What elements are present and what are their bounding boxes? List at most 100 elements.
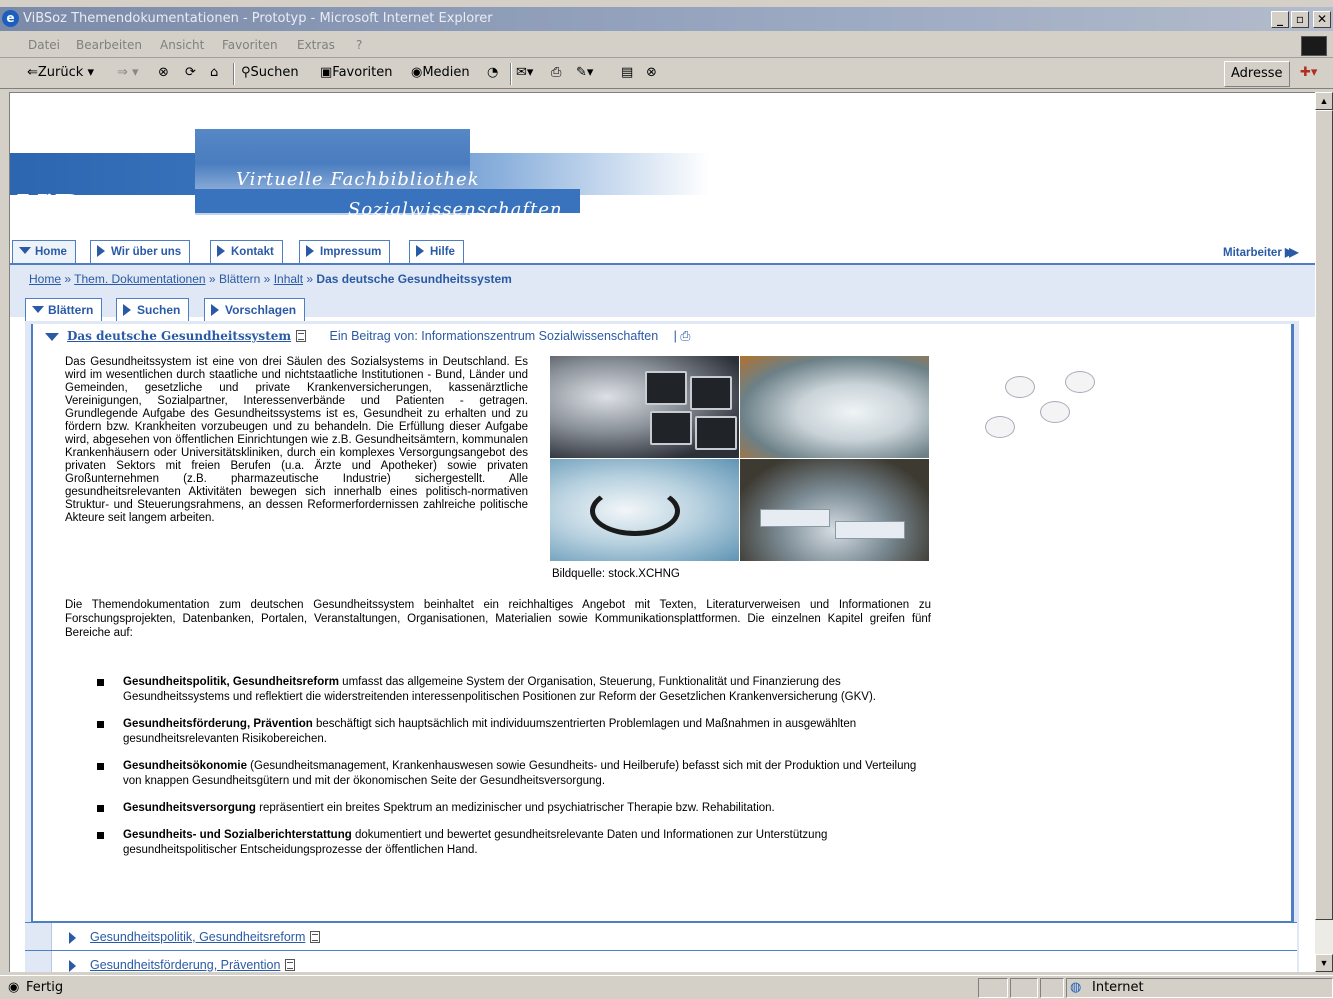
arrow-right-icon (123, 304, 131, 316)
tab-kontakt[interactable]: Kontakt (210, 240, 283, 264)
minimize-button[interactable]: _ (1271, 11, 1289, 28)
arrow-right-icon (416, 245, 424, 257)
banner-title-line2: Sozialwissenschaften (348, 199, 563, 220)
hospital-ward-photo (740, 459, 929, 561)
document-icon (310, 931, 321, 943)
menu-extras[interactable]: Extras (297, 38, 335, 52)
scroll-down-icon[interactable]: ▼ (1315, 954, 1333, 972)
list-item: Gesundheitsökonomie (Gesundheitsmanageme… (97, 759, 937, 789)
globe-icon: ◍ (1070, 980, 1082, 995)
tab-impressum[interactable]: Impressum (299, 240, 391, 264)
media-icon: ◉ (411, 65, 423, 80)
chapter-item[interactable]: Gesundheitsförderung, Prävention (25, 950, 1297, 972)
back-button[interactable]: ⇐Zurück ▾ (27, 65, 94, 80)
breadcrumb-current: Das deutsche Gesundheitssystem (316, 272, 512, 286)
breadcrumb-dokumentationen[interactable]: Them. Dokumentationen (74, 272, 205, 286)
double-arrow-icon: ▶▶ (1285, 245, 1299, 259)
window-title: ViBSoz Themendokumentationen - Prototyp … (23, 11, 493, 26)
article-byline: Ein Beitrag von: Informationszentrum Soz… (329, 329, 659, 343)
menu-help[interactable]: ? (356, 38, 362, 52)
list-item: Gesundheitsversorgung repräsentiert ein … (97, 801, 937, 816)
back-arrow-icon: ⇐ (27, 65, 38, 80)
chevron-down-icon (32, 306, 44, 313)
home-icon[interactable]: ⌂ (210, 65, 218, 80)
close-button[interactable]: ✕ (1313, 11, 1331, 28)
article-header: Das deutsche Gesundheitssystem Ein Beitr… (45, 329, 690, 344)
toolbar-separator (233, 63, 235, 85)
arrow-right-icon (69, 932, 76, 944)
history-icon[interactable]: ◔ (487, 65, 498, 80)
menu-favoriten[interactable]: Favoriten (222, 38, 278, 52)
image-caption: Bildquelle: stock.XCHNG (552, 568, 680, 580)
tab-home[interactable]: Home (12, 240, 76, 265)
edit-icon[interactable]: ✎▾ (576, 65, 593, 80)
breadcrumb: Home » Them. Dokumentationen » Blättern … (29, 272, 512, 286)
stop-icon[interactable]: ⊗ (158, 65, 169, 80)
arrow-right-icon (306, 245, 314, 257)
tab-hilfe[interactable]: Hilfe (409, 240, 464, 264)
ie-icon: e (2, 10, 19, 27)
menu-bearbeiten[interactable]: Bearbeiten (76, 38, 142, 52)
search-icon: ⚲ (241, 65, 251, 80)
favorites-icon: ▣ (320, 65, 333, 80)
breadcrumb-home[interactable]: Home (29, 272, 61, 286)
menu-datei[interactable]: Datei (28, 38, 60, 52)
toolbar-extra-icon[interactable]: ✚▾ (1300, 65, 1317, 80)
vibsoz-logo[interactable]: ViBSoz (17, 185, 128, 233)
list-item: Gesundheits- und Sozialberichterstattung… (97, 828, 937, 858)
xray-photo (550, 356, 739, 458)
print-icon[interactable]: ⎙ (680, 329, 690, 343)
breadcrumb-blaettern: Blättern (218, 272, 261, 286)
arrow-right-icon (217, 245, 225, 257)
chapter-link[interactable]: Gesundheitsförderung, Prävention (90, 958, 296, 972)
print-icon[interactable]: ⎙ (551, 65, 561, 80)
browser-viewport: ViBSoz Virtuelle Fachbibliothek Sozialwi… (9, 92, 1315, 972)
messenger-icon[interactable]: ⊗ (646, 65, 657, 80)
windows-logo-icon (1301, 36, 1327, 56)
stethoscope-shape (590, 486, 680, 536)
site-banner: ViBSoz Virtuelle Fachbibliothek Sozialwi… (10, 129, 730, 232)
chapter-link[interactable]: Gesundheitspolitik, Gesundheitsreform (90, 930, 321, 944)
scroll-up-icon[interactable]: ▲ (1315, 92, 1333, 110)
menu-ansicht[interactable]: Ansicht (160, 38, 204, 52)
zone-label: Internet (1092, 980, 1144, 995)
forward-button[interactable]: ⇒ ▾ (117, 65, 139, 80)
status-bar: ◉ Fertig ◍ Internet (0, 975, 1333, 999)
collapse-icon[interactable] (45, 333, 59, 341)
article-paragraph: Die Themendokumentation zum deutschen Ge… (65, 599, 931, 639)
page-done-icon: ◉ (8, 980, 20, 995)
media-button[interactable]: ◉Medien (411, 65, 470, 80)
subtab-vorschlagen[interactable]: Vorschlagen (204, 298, 306, 322)
window-titlebar: e ViBSoz Themendokumentationen - Prototy… (0, 7, 1333, 31)
subtab-suchen[interactable]: Suchen (116, 298, 190, 322)
list-item: Gesundheitspolitik, Gesundheitsreform um… (97, 675, 937, 705)
arrow-right-icon (97, 245, 105, 257)
health-collage-image (550, 356, 1095, 561)
favorites-button[interactable]: ▣Favoriten (320, 65, 393, 80)
topic-list: Gesundheitspolitik, Gesundheitsreform um… (97, 675, 937, 870)
toolbar-separator (510, 63, 512, 85)
tab-wir-ueber-uns[interactable]: Wir über uns (90, 240, 191, 264)
list-item: Gesundheitsförderung, Prävention beschäf… (97, 717, 937, 747)
scroll-thumb[interactable] (1315, 110, 1333, 920)
subtab-blaettern[interactable]: Blättern (25, 298, 103, 322)
arrow-right-icon (211, 304, 219, 316)
status-text: Fertig (26, 980, 64, 995)
article-intro: Das Gesundheitssystem ist eine von drei … (65, 356, 528, 524)
refresh-icon[interactable]: ⟳ (185, 65, 196, 80)
vertical-scrollbar[interactable]: ▲ ▼ (1315, 92, 1333, 972)
search-button[interactable]: ⚲Suchen (241, 65, 299, 80)
staff-link[interactable]: Mitarbeiter ▶▶ (1223, 245, 1299, 259)
chapter-item[interactable]: Gesundheitspolitik, Gesundheitsreform (25, 922, 1297, 950)
maximize-button[interactable]: ▫ (1291, 11, 1309, 28)
toolbar: ⇐Zurück ▾ ⇒ ▾ ⊗ ⟳ ⌂ ⚲Suchen ▣Favoriten ◉… (0, 59, 1333, 89)
document-icon (285, 959, 296, 971)
menu-bar: Datei Bearbeiten Ansicht Favoriten Extra… (0, 34, 1333, 58)
document-icon[interactable] (296, 330, 307, 342)
discuss-icon[interactable]: ▤ (621, 65, 633, 80)
breadcrumb-inhalt[interactable]: Inhalt (274, 272, 303, 286)
mail-icon[interactable]: ✉▾ (516, 65, 533, 80)
pills-photo (740, 356, 1095, 458)
chevron-down-icon (19, 247, 31, 254)
article-title-link[interactable]: Das deutsche Gesundheitssystem (67, 329, 291, 343)
